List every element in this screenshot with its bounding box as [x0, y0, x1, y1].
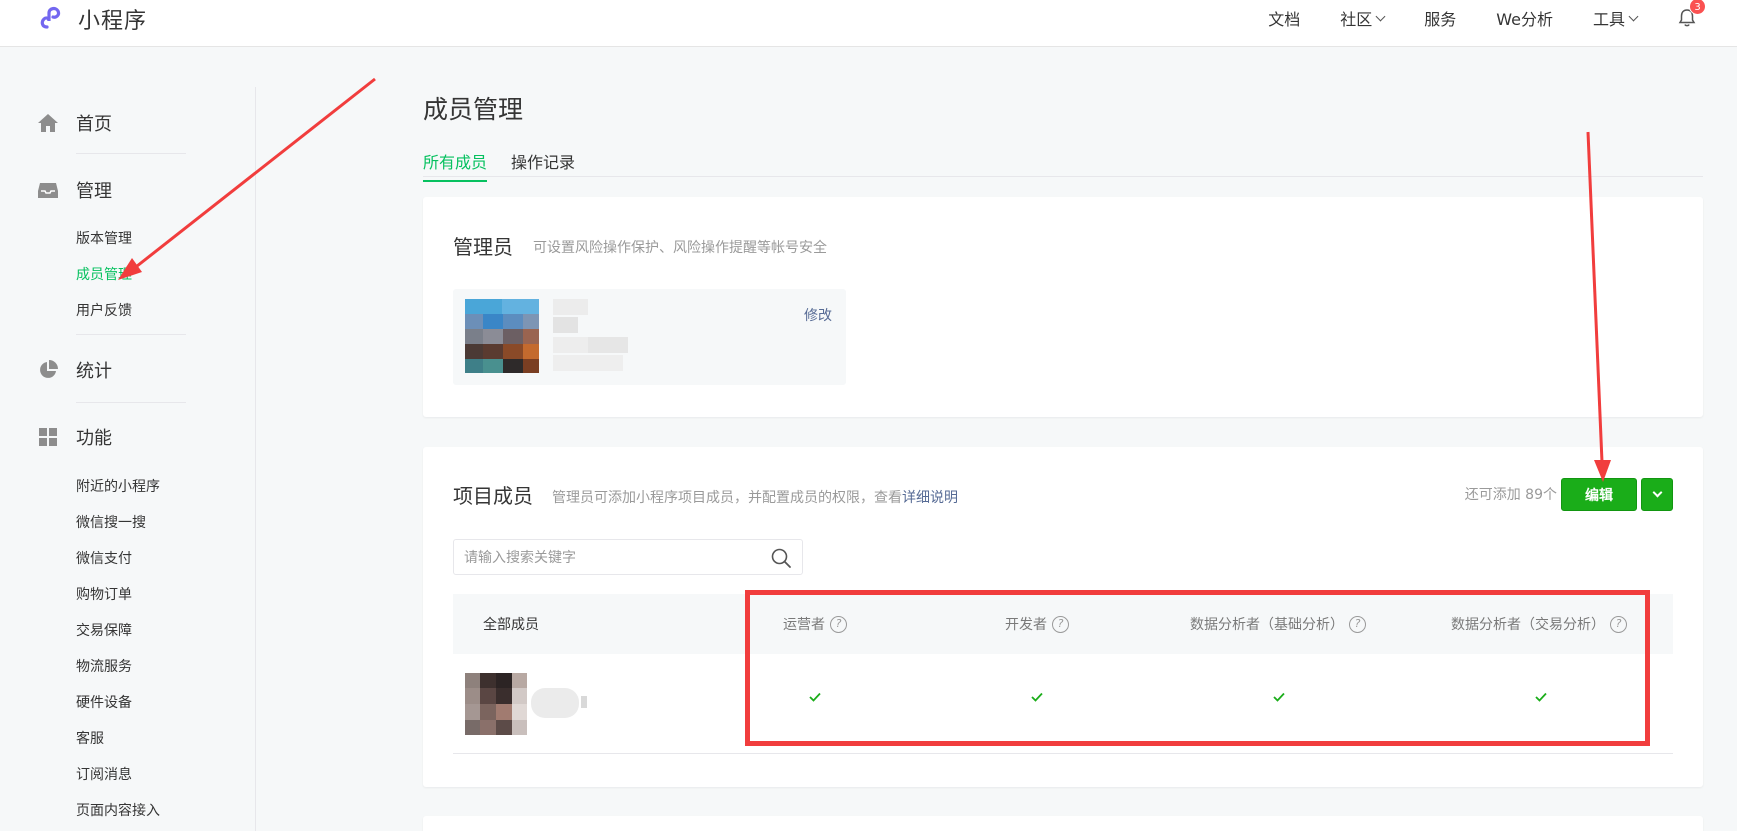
- sidebar-item-label: 首页: [76, 114, 112, 135]
- project-members-title: 项目成员: [453, 484, 533, 508]
- top-nav: 文档 社区 服务 We分析 工具 3: [1268, 0, 1737, 36]
- grid-icon: [39, 428, 57, 446]
- divider: [76, 402, 186, 403]
- tab-all-members[interactable]: 所有成员: [423, 149, 488, 182]
- notifications-button[interactable]: 3: [1677, 0, 1706, 28]
- search-icon[interactable]: [770, 547, 792, 569]
- admin-name-blurred: [553, 299, 628, 371]
- sidebar-item-page-content[interactable]: 页面内容接入: [76, 800, 160, 820]
- project-members-desc: 管理员可添加小程序项目成员，并配置成员的权限，查看详细说明: [552, 487, 958, 507]
- top-bar: 小程序 文档 社区 服务 We分析 工具 3: [0, 0, 1737, 47]
- column-all-members[interactable]: 全部成员: [483, 614, 539, 634]
- sidebar-item-member-management[interactable]: 成员管理: [76, 264, 132, 284]
- member-avatar: [465, 673, 527, 735]
- edit-dropdown-button[interactable]: [1641, 478, 1673, 511]
- sidebar-item-user-feedback[interactable]: 用户反馈: [76, 300, 132, 320]
- sidebar-item-customer-service[interactable]: 客服: [76, 728, 104, 748]
- nav-services[interactable]: 服务: [1424, 6, 1456, 30]
- member-name-blurred: [531, 688, 587, 718]
- divider: [76, 153, 186, 154]
- remaining-count: 还可添加 89个: [1464, 487, 1557, 503]
- sidebar-item-pay[interactable]: 微信支付: [76, 548, 132, 568]
- admin-edit-link[interactable]: 修改: [804, 305, 832, 325]
- nav-tools-label: 工具: [1592, 10, 1625, 29]
- admin-desc: 可设置风险操作保护、风险操作提醒等帐号安全: [533, 240, 827, 256]
- sidebar-item-label: 管理: [76, 181, 112, 202]
- logo-text: 小程序: [78, 9, 148, 34]
- next-card: [423, 816, 1703, 831]
- nav-community-label: 社区: [1340, 10, 1373, 29]
- sidebar-item-version-management[interactable]: 版本管理: [76, 228, 132, 248]
- sidebar-item-logistics[interactable]: 物流服务: [76, 656, 132, 676]
- chevron-down-icon: [1652, 487, 1662, 498]
- sidebar-item-label: 功能: [76, 428, 112, 449]
- sidebar: 首页 管理 版本管理 成员管理 用户反馈 统计 功能 附近的小程序 微信搜一搜 …: [0, 87, 256, 831]
- nav-community[interactable]: 社区: [1340, 6, 1386, 30]
- project-members-desc-text: 管理员可添加小程序项目成员，并配置成员的权限，查看: [552, 490, 902, 506]
- tab-operation-log[interactable]: 操作记录: [511, 149, 575, 180]
- logo[interactable]: 小程序: [38, 3, 147, 35]
- sidebar-item-label: 统计: [76, 361, 112, 382]
- nav-docs[interactable]: 文档: [1268, 6, 1300, 30]
- miniprogram-logo-icon: [40, 6, 61, 29]
- sidebar-item-orders[interactable]: 购物订单: [76, 584, 132, 604]
- sidebar-item-manage[interactable]: 管理: [37, 177, 112, 203]
- nav-we-analysis[interactable]: We分析: [1496, 6, 1553, 30]
- sidebar-item-home[interactable]: 首页: [37, 110, 112, 136]
- nav-tools[interactable]: 工具: [1592, 6, 1639, 30]
- pie-chart-icon: [40, 360, 58, 378]
- sidebar-item-statistics[interactable]: 统计: [37, 357, 112, 383]
- admin-card: 管理员 可设置风险操作保护、风险操作提醒等帐号安全 修改: [423, 197, 1703, 417]
- notification-badge: 3: [1689, 0, 1706, 15]
- sidebar-item-nearby[interactable]: 附近的小程序: [76, 476, 160, 496]
- admin-title: 管理员: [453, 235, 513, 259]
- admin-avatar: [465, 299, 539, 373]
- sidebar-item-trade-guarantee[interactable]: 交易保障: [76, 620, 132, 640]
- details-link[interactable]: 详细说明: [902, 490, 958, 506]
- home-icon: [38, 114, 58, 132]
- sidebar-item-search[interactable]: 微信搜一搜: [76, 512, 146, 532]
- annotation-highlight-box: [745, 590, 1650, 746]
- page-title: 成员管理: [423, 95, 524, 124]
- sidebar-item-hardware[interactable]: 硬件设备: [76, 692, 132, 712]
- inbox-icon: [38, 183, 58, 198]
- chevron-down-icon: [1375, 11, 1386, 21]
- divider: [76, 334, 186, 335]
- chevron-down-icon: [1628, 11, 1639, 21]
- edit-button[interactable]: 编辑: [1561, 478, 1637, 511]
- sidebar-item-subscribe-message[interactable]: 订阅消息: [76, 764, 132, 784]
- member-search: [453, 539, 803, 575]
- search-input[interactable]: [464, 547, 754, 569]
- sidebar-item-features[interactable]: 功能: [37, 424, 112, 450]
- admin-entry: 修改: [453, 289, 846, 385]
- tab-bar: 所有成员 操作记录: [423, 147, 1703, 182]
